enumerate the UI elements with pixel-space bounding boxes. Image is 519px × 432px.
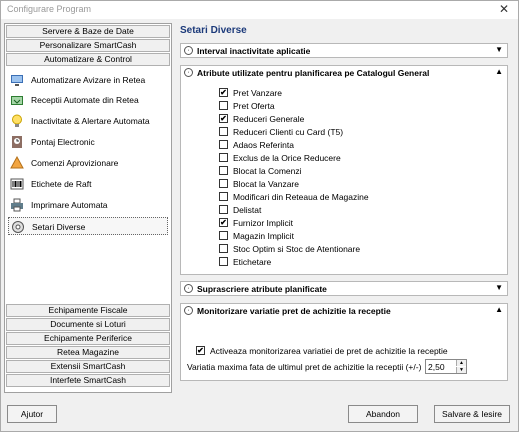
chevron-down-icon[interactable]: ▼ bbox=[495, 283, 503, 292]
page-title: Setari Diverse bbox=[180, 25, 247, 36]
nav-item-label: Pontaj Electronic bbox=[31, 137, 95, 147]
collapse-icon: · bbox=[184, 306, 193, 315]
chevron-down-icon[interactable]: ▼ bbox=[495, 45, 503, 54]
nav-item-label: Inactivitate & Alertare Automata bbox=[31, 116, 150, 126]
settings-panel: Setari Diverse · Interval inactivitate a… bbox=[177, 23, 515, 395]
checkbox-label: Activeaza monitorizarea variatiei de pre… bbox=[210, 346, 448, 356]
section-personalizare[interactable]: Personalizare SmartCash bbox=[6, 39, 170, 52]
section-servere[interactable]: Servere & Baze de Date bbox=[6, 25, 170, 38]
section-automatizare[interactable]: Automatizare & Control bbox=[6, 53, 170, 66]
section-retea-magazine[interactable]: Retea Magazine bbox=[6, 346, 170, 359]
checkbox-label: Blocat la Vanzare bbox=[233, 179, 299, 189]
variation-stepper[interactable]: ▲ ▼ bbox=[425, 359, 467, 374]
collapse-icon: · bbox=[184, 68, 193, 77]
checkbox-box[interactable] bbox=[219, 257, 228, 266]
nav-item-setari-diverse[interactable]: Setari Diverse bbox=[8, 217, 168, 235]
group-header[interactable]: · Suprascriere atribute planificate ▼ bbox=[181, 282, 507, 296]
checkbox-label: Reduceri Clienti cu Card (T5) bbox=[233, 127, 344, 137]
checkbox-box[interactable]: ✔ bbox=[219, 114, 228, 123]
section-interfete[interactable]: Interfete SmartCash bbox=[6, 374, 170, 387]
nav-item-pontaj[interactable]: Pontaj Electronic bbox=[8, 133, 168, 151]
group-header[interactable]: · Interval inactivitate aplicatie ▼ bbox=[181, 44, 507, 58]
checkbox-label: Magazin Implicit bbox=[233, 231, 294, 241]
settings-icon bbox=[12, 221, 24, 233]
checkbox-box[interactable] bbox=[219, 231, 228, 240]
lightbulb-icon bbox=[12, 114, 22, 127]
checkbox-label: Delistat bbox=[233, 205, 262, 215]
group-header[interactable]: · Monitorizare variatie pret de achiziti… bbox=[181, 304, 507, 318]
collapse-icon: · bbox=[184, 284, 193, 293]
checkbox-label: Stoc Optim si Stoc de Atentionare bbox=[233, 244, 361, 254]
chevron-up-icon[interactable]: ▲ bbox=[495, 305, 503, 314]
left-navigation: Servere & Baze de Date Personalizare Sma… bbox=[4, 23, 172, 393]
collapse-icon: · bbox=[184, 46, 193, 55]
variation-label: Variatia maxima fata de ultimul pret de … bbox=[187, 362, 422, 372]
window-title: Configurare Program bbox=[7, 4, 92, 14]
checkbox-box[interactable]: ✔ bbox=[196, 346, 205, 355]
nav-item-label: Setari Diverse bbox=[32, 222, 86, 232]
checkbox-label: Furnizor Implicit bbox=[233, 218, 293, 228]
checkbox-label: Modificari din Reteaua de Magazine bbox=[233, 192, 369, 202]
order-icon bbox=[10, 156, 24, 169]
section-documente[interactable]: Documente si Loturi bbox=[6, 318, 170, 331]
checkbox-label: Adaos Referinta bbox=[233, 140, 294, 150]
nav-item-label: Comenzi Aprovizionare bbox=[31, 158, 119, 168]
group-interval-inactivitate[interactable]: · Interval inactivitate aplicatie ▼ bbox=[180, 43, 508, 58]
nav-item-automatizare-avizare[interactable]: Automatizare Avizare in Retea bbox=[8, 71, 168, 89]
clock-icon bbox=[12, 136, 22, 148]
checkbox-label: Exclus de la Orice Reducere bbox=[233, 153, 341, 163]
bottom-bar: Ajutor Abandon Salvare & Iesire bbox=[1, 397, 518, 431]
group-suprascriere-atribute[interactable]: · Suprascriere atribute planificate ▼ bbox=[180, 281, 508, 296]
cancel-button[interactable]: Abandon bbox=[348, 405, 418, 423]
checkbox-box[interactable] bbox=[219, 101, 228, 110]
config-window: Configurare Program ✕ Servere & Baze de … bbox=[0, 0, 519, 432]
checkbox-label: Pret Oferta bbox=[233, 101, 275, 111]
checkbox-box[interactable] bbox=[219, 205, 228, 214]
group-title: Atribute utilizate pentru planificarea p… bbox=[197, 68, 430, 78]
title-bar: Configurare Program ✕ bbox=[1, 1, 518, 19]
receive-icon bbox=[11, 96, 23, 105]
section-extensii[interactable]: Extensii SmartCash bbox=[6, 360, 170, 373]
group-monitorizare-variatie: · Monitorizare variatie pret de achiziti… bbox=[180, 303, 508, 381]
group-header[interactable]: · Atribute utilizate pentru planificarea… bbox=[181, 66, 507, 80]
checkbox-box[interactable] bbox=[219, 179, 228, 188]
checkbox-label: Reduceri Generale bbox=[233, 114, 305, 124]
checkbox-box[interactable] bbox=[219, 166, 228, 175]
group-title: Monitorizare variatie pret de achizitie … bbox=[197, 306, 391, 316]
section-echipamente-fiscale[interactable]: Echipamente Fiscale bbox=[6, 304, 170, 317]
chevron-up-icon[interactable]: ▲ bbox=[495, 67, 503, 76]
help-button[interactable]: Ajutor bbox=[7, 405, 57, 423]
checkbox-label: Blocat la Comenzi bbox=[233, 166, 302, 176]
checkbox-box[interactable] bbox=[219, 192, 228, 201]
network-icon bbox=[11, 75, 23, 86]
checkbox-label: Etichetare bbox=[233, 257, 272, 267]
stepper-down-icon[interactable]: ▼ bbox=[456, 367, 466, 373]
nav-item-label: Receptii Automate din Retea bbox=[31, 95, 139, 105]
section-echipamente-periferice[interactable]: Echipamente Periferice bbox=[6, 332, 170, 345]
group-title: Suprascriere atribute planificate bbox=[197, 284, 327, 294]
nav-item-label: Automatizare Avizare in Retea bbox=[31, 75, 146, 85]
group-atribute-planificare: · Atribute utilizate pentru planificarea… bbox=[180, 65, 508, 275]
barcode-icon bbox=[10, 178, 24, 190]
group-title: Interval inactivitate aplicatie bbox=[197, 46, 311, 56]
nav-item-inactivitate[interactable]: Inactivitate & Alertare Automata bbox=[8, 112, 168, 130]
nav-item-label: Etichete de Raft bbox=[31, 179, 92, 189]
printer-icon bbox=[11, 198, 23, 212]
checkbox-label: Pret Vanzare bbox=[233, 88, 282, 98]
checkbox-box[interactable]: ✔ bbox=[219, 88, 228, 97]
close-icon[interactable]: ✕ bbox=[498, 2, 510, 16]
nav-item-label: Imprimare Automata bbox=[31, 200, 108, 210]
checkbox-box[interactable] bbox=[219, 244, 228, 253]
checkbox-box[interactable] bbox=[219, 153, 228, 162]
checkbox-box[interactable] bbox=[219, 140, 228, 149]
nav-item-etichete[interactable]: Etichete de Raft bbox=[8, 175, 168, 193]
nav-item-receptii-automate[interactable]: Receptii Automate din Retea bbox=[8, 91, 168, 109]
stepper-up-icon[interactable]: ▲ bbox=[456, 360, 466, 366]
nav-item-imprimare[interactable]: Imprimare Automata bbox=[8, 196, 168, 214]
checkbox-box[interactable] bbox=[219, 127, 228, 136]
variation-input[interactable] bbox=[428, 361, 456, 372]
checkbox-box[interactable]: ✔ bbox=[219, 218, 228, 227]
save-exit-button[interactable]: Salvare & Iesire bbox=[434, 405, 510, 423]
nav-item-comenzi[interactable]: Comenzi Aprovizionare bbox=[8, 154, 168, 172]
